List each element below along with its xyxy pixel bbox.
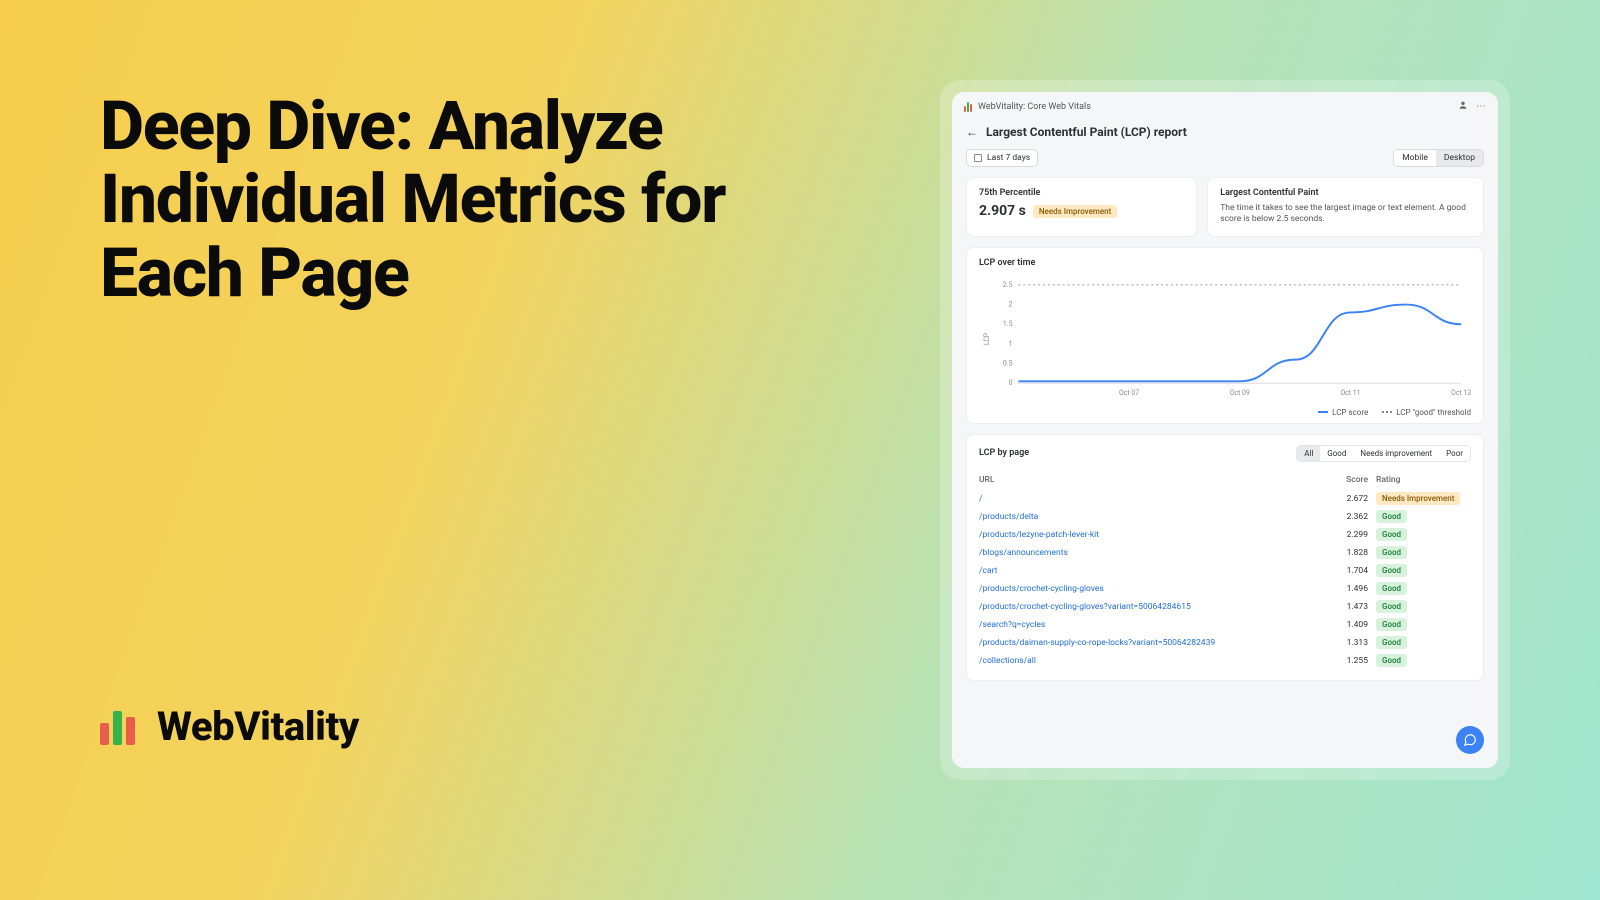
app-logo-icon bbox=[964, 102, 972, 112]
user-icon[interactable] bbox=[1458, 100, 1468, 113]
percentile-card-title: 75th Percentile bbox=[979, 188, 1184, 198]
legend-lcp-score: LCP score bbox=[1318, 408, 1368, 417]
description-card-title: Largest Contentful Paint bbox=[1220, 188, 1471, 198]
table-row[interactable]: /products/crochet-cycling-gloves1.496Goo… bbox=[979, 580, 1471, 598]
cell-url[interactable]: /products/lezyne-patch-lever-kit bbox=[979, 526, 1334, 544]
calendar-icon bbox=[974, 154, 982, 162]
table-row[interactable]: /products/crochet-cycling-gloves?variant… bbox=[979, 598, 1471, 616]
more-icon[interactable]: ⋯ bbox=[1476, 101, 1486, 112]
svg-text:Oct 07: Oct 07 bbox=[1119, 389, 1139, 397]
cell-score: 1.828 bbox=[1334, 544, 1376, 562]
lcp-chart: 0 0.5 1 1.5 2 2.5 LCP Oct 07 Oct 09 Oct 11 Oct 1… bbox=[979, 274, 1471, 404]
cell-url[interactable]: /products/crochet-cycling-gloves bbox=[979, 580, 1334, 598]
rating-filter: All Good Needs improvement Poor bbox=[1296, 445, 1471, 462]
device-segmented-control: Mobile Desktop bbox=[1393, 149, 1484, 167]
cell-rating: Good bbox=[1376, 634, 1471, 652]
cell-rating: Good bbox=[1376, 562, 1471, 580]
lcp-by-page-table: URL Score Rating /2.672Needs Improvement… bbox=[979, 470, 1471, 670]
help-fab[interactable] bbox=[1456, 726, 1484, 754]
chart-title: LCP over time bbox=[979, 258, 1471, 268]
svg-text:0.5: 0.5 bbox=[1003, 360, 1013, 368]
cell-score: 1.496 bbox=[1334, 580, 1376, 598]
cell-score: 2.672 bbox=[1334, 490, 1376, 508]
device-tab-desktop[interactable]: Desktop bbox=[1436, 150, 1483, 166]
date-range-picker[interactable]: Last 7 days bbox=[966, 149, 1038, 167]
report-title: Largest Contentful Paint (LCP) report bbox=[986, 125, 1187, 139]
cell-score: 2.362 bbox=[1334, 508, 1376, 526]
cell-score: 1.255 bbox=[1334, 652, 1376, 670]
cell-score: 1.313 bbox=[1334, 634, 1376, 652]
table-card: LCP by page All Good Needs improvement P… bbox=[966, 434, 1484, 681]
hero-headline: Deep Dive: Analyze Individual Metrics fo… bbox=[100, 90, 800, 310]
cell-url[interactable]: /products/daiman-supply-co-rope-locks?va… bbox=[979, 634, 1334, 652]
table-row[interactable]: /products/daiman-supply-co-rope-locks?va… bbox=[979, 634, 1471, 652]
cell-rating: Good bbox=[1376, 508, 1471, 526]
cell-rating: Good bbox=[1376, 598, 1471, 616]
cell-url[interactable]: /collections/all bbox=[979, 652, 1334, 670]
cell-rating: Good bbox=[1376, 652, 1471, 670]
cell-score: 2.299 bbox=[1334, 526, 1376, 544]
cell-rating: Good bbox=[1376, 526, 1471, 544]
cell-score: 1.409 bbox=[1334, 616, 1376, 634]
cell-rating: Good bbox=[1376, 544, 1471, 562]
device-tab-mobile[interactable]: Mobile bbox=[1394, 150, 1436, 166]
svg-text:Oct 09: Oct 09 bbox=[1230, 389, 1250, 397]
back-arrow-icon[interactable]: ← bbox=[966, 125, 978, 139]
cell-rating: Good bbox=[1376, 580, 1471, 598]
cell-url[interactable]: /products/delta bbox=[979, 508, 1334, 526]
cell-url[interactable]: /search?q=cycles bbox=[979, 616, 1334, 634]
svg-text:2.5: 2.5 bbox=[1003, 281, 1013, 289]
cell-url[interactable]: /cart bbox=[979, 562, 1334, 580]
svg-text:1.5: 1.5 bbox=[1003, 320, 1013, 328]
legend-lcp-threshold: LCP "good" threshold bbox=[1382, 408, 1471, 417]
svg-text:LCP: LCP bbox=[983, 332, 991, 345]
percentile-value: 2.907 s bbox=[979, 203, 1026, 219]
table-row[interactable]: /2.672Needs Improvement bbox=[979, 490, 1471, 508]
filter-needs[interactable]: Needs improvement bbox=[1353, 446, 1439, 461]
cell-rating: Good bbox=[1376, 616, 1471, 634]
col-score: Score bbox=[1334, 470, 1376, 490]
cell-url[interactable]: / bbox=[979, 490, 1334, 508]
percentile-card: 75th Percentile 2.907 s Needs Improvemen… bbox=[966, 177, 1197, 237]
date-range-label: Last 7 days bbox=[987, 153, 1030, 163]
svg-text:0: 0 bbox=[1009, 379, 1013, 387]
table-row[interactable]: /cart1.704Good bbox=[979, 562, 1471, 580]
filter-poor[interactable]: Poor bbox=[1439, 446, 1470, 461]
chart-card: LCP over time 0 0.5 1 1.5 2 2.5 LCP Oct 07 Oct… bbox=[966, 247, 1484, 424]
col-url: URL bbox=[979, 470, 1334, 490]
app-window: WebVitality: Core Web Vitals ⋯ ← Largest… bbox=[952, 92, 1498, 768]
brand-name: WebVitality bbox=[157, 703, 359, 750]
table-row[interactable]: /search?q=cycles1.409Good bbox=[979, 616, 1471, 634]
svg-text:1: 1 bbox=[1009, 340, 1013, 348]
table-row[interactable]: /products/lezyne-patch-lever-kit2.299Goo… bbox=[979, 526, 1471, 544]
percentile-badge: Needs Improvement bbox=[1033, 205, 1117, 218]
app-title: WebVitality: Core Web Vitals bbox=[978, 102, 1091, 112]
cell-rating: Needs Improvement bbox=[1376, 490, 1471, 508]
description-card: Largest Contentful Paint The time it tak… bbox=[1207, 177, 1484, 237]
table-title: LCP by page bbox=[979, 448, 1029, 458]
table-row[interactable]: /blogs/announcements1.828Good bbox=[979, 544, 1471, 562]
svg-text:Oct 13: Oct 13 bbox=[1451, 389, 1471, 397]
cell-url[interactable]: /blogs/announcements bbox=[979, 544, 1334, 562]
svg-text:2: 2 bbox=[1009, 300, 1013, 308]
brand-logo-icon bbox=[100, 709, 135, 745]
cell-score: 1.704 bbox=[1334, 562, 1376, 580]
svg-text:Oct 11: Oct 11 bbox=[1340, 389, 1360, 397]
table-row[interactable]: /collections/all1.255Good bbox=[979, 652, 1471, 670]
brand-lockup: WebVitality bbox=[100, 703, 359, 750]
cell-score: 1.473 bbox=[1334, 598, 1376, 616]
description-card-text: The time it takes to see the largest ima… bbox=[1220, 203, 1471, 226]
filter-all[interactable]: All bbox=[1297, 446, 1320, 461]
cell-url[interactable]: /products/crochet-cycling-gloves?variant… bbox=[979, 598, 1334, 616]
table-row[interactable]: /products/delta2.362Good bbox=[979, 508, 1471, 526]
col-rating: Rating bbox=[1376, 470, 1471, 490]
filter-good[interactable]: Good bbox=[1320, 446, 1353, 461]
